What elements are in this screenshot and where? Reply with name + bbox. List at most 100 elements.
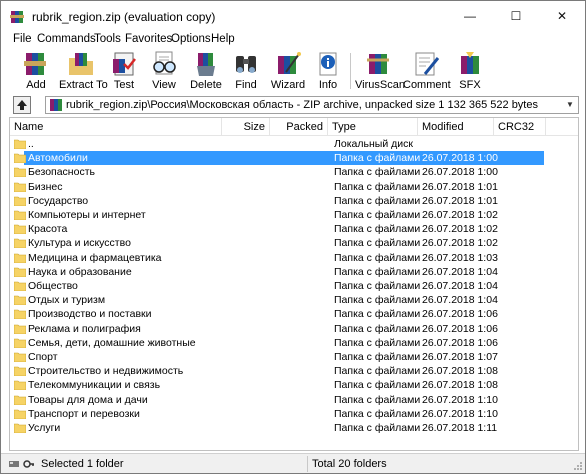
virusscan-button[interactable]: VirusScan bbox=[355, 49, 405, 93]
table-row[interactable]: Безопасность Папка с файлами 26.07.2018 1:… bbox=[10, 165, 578, 179]
find-button[interactable]: Find bbox=[229, 49, 263, 93]
cell-name: Общество bbox=[28, 280, 78, 292]
cell-modified: 26.07.2018 1:00 bbox=[422, 152, 498, 165]
table-row[interactable]: Общество Папка с файлами 26.07.2018 1:04 bbox=[10, 279, 578, 293]
cell-type: Папка с файлами bbox=[334, 180, 421, 193]
folder-icon bbox=[14, 381, 26, 391]
table-row[interactable]: Производство и поставки Папка с файлами 26… bbox=[10, 307, 578, 321]
column-name[interactable]: Name bbox=[10, 118, 222, 136]
archive-books-icon bbox=[24, 53, 46, 75]
table-row[interactable]: Культура и искусство Папка с файлами 26.07… bbox=[10, 236, 578, 250]
test-button[interactable]: Test bbox=[107, 49, 141, 93]
cell-modified: 26.07.2018 1:06 bbox=[422, 322, 498, 335]
table-row[interactable]: Отдых и туризм Папка с файлами 26.07.2018 … bbox=[10, 293, 578, 307]
cell-modified: 26.07.2018 1:08 bbox=[422, 379, 498, 392]
menu-file[interactable]: File bbox=[13, 33, 32, 45]
column-modified[interactable]: Modified bbox=[418, 118, 494, 136]
minimize-button[interactable]: — bbox=[447, 1, 493, 31]
arrow-up-icon bbox=[17, 100, 27, 110]
cell-modified: 26.07.2018 1:04 bbox=[422, 265, 498, 278]
cell-type: Папка с файлами bbox=[334, 351, 421, 363]
folder-icon bbox=[14, 153, 26, 164]
table-row[interactable]: Товары для дома и дачи Папка с файлами 26.… bbox=[10, 393, 578, 407]
table-row[interactable]: Автомобили Папка с файлами 26.07.2018 1:00 bbox=[10, 151, 578, 166]
title-bar[interactable]: rubrik_region.zip (evaluation copy) — ☐ … bbox=[1, 1, 585, 31]
folder-icon bbox=[14, 239, 26, 249]
cell-type: Папка с файлами bbox=[334, 308, 421, 321]
cell-modified: 26.07.2018 1:01 bbox=[422, 180, 498, 193]
cell-name: Спорт bbox=[28, 351, 58, 363]
key-icon[interactable] bbox=[23, 458, 35, 470]
cell-type: Папка с файлами bbox=[334, 237, 421, 250]
menu-commands[interactable]: Commands bbox=[37, 33, 96, 45]
path-combobox[interactable]: rubrik_region.zip\Россия\Московская обла… bbox=[45, 96, 579, 114]
table-row[interactable]: Наука и образование Папка с файлами 26.07.… bbox=[10, 265, 578, 279]
menu-favorites[interactable]: Favorites bbox=[125, 33, 172, 45]
window-title: rubrik_region.zip (evaluation copy) bbox=[32, 10, 216, 24]
status-selection: Selected 1 folder bbox=[41, 458, 124, 470]
address-bar: rubrik_region.zip\Россия\Московская обла… bbox=[1, 95, 585, 115]
table-row[interactable]: Телекоммуникации и связь Папка с файлами 2… bbox=[10, 378, 578, 392]
parent-folder-row[interactable]: .. Локальный диск bbox=[10, 137, 578, 151]
column-size[interactable]: Size bbox=[222, 118, 270, 136]
table-row[interactable]: Красота Папка с файлами 26.07.2018 1:02 bbox=[10, 222, 578, 236]
sfx-button[interactable]: SFX bbox=[455, 49, 485, 93]
cell-type: Папка с файлами bbox=[334, 152, 421, 165]
table-row[interactable]: Компьютеры и интернет Папка с файлами 26.0… bbox=[10, 208, 578, 222]
cell-name: Наука и образование bbox=[28, 265, 132, 278]
zip-archive-icon bbox=[50, 99, 62, 111]
menu-bar: File Commands Tools Favorites Options He… bbox=[1, 31, 585, 49]
glasses-icon bbox=[153, 51, 176, 75]
maximize-button[interactable]: ☐ bbox=[493, 1, 539, 31]
chevron-down-icon[interactable]: ▼ bbox=[563, 97, 577, 113]
menu-help[interactable]: Help bbox=[211, 33, 235, 45]
cell-type: Папка с файлами bbox=[334, 407, 421, 420]
cell-type: Папка с файлами bbox=[334, 322, 421, 335]
column-packed[interactable]: Packed bbox=[270, 118, 328, 136]
cell-name: Бизнес bbox=[28, 180, 63, 193]
cell-type: Локальный диск bbox=[334, 138, 413, 150]
menu-options[interactable]: Options bbox=[171, 33, 211, 45]
table-row[interactable]: Спорт Папка с файлами 26.07.2018 1:07 bbox=[10, 350, 578, 364]
virus-scan-icon bbox=[367, 54, 389, 74]
file-list[interactable]: Name Size Packed Type Modified CRC32 .. Л… bbox=[9, 117, 579, 451]
wizard-button[interactable]: Wizard bbox=[269, 49, 307, 93]
toolbar: Add Extract To Test View Delete Find Wiz… bbox=[1, 49, 585, 93]
cell-type: Папка с файлами bbox=[334, 393, 421, 406]
up-one-level-button[interactable] bbox=[13, 96, 31, 114]
column-crc32[interactable]: CRC32 bbox=[494, 118, 546, 136]
folder-icon bbox=[14, 395, 26, 405]
binoculars-icon bbox=[236, 56, 256, 73]
cell-type: Папка с файлами bbox=[334, 336, 421, 349]
table-row[interactable]: Транспорт и перевозки Папка с файлами 26.0… bbox=[10, 407, 578, 421]
add-button[interactable]: Add bbox=[17, 49, 55, 93]
menu-tools[interactable]: Tools bbox=[94, 33, 121, 45]
table-row[interactable]: Строительство и недвижимость Папка с файл… bbox=[10, 364, 578, 378]
extract-to-button[interactable]: Extract To bbox=[59, 49, 108, 93]
archive-path: rubrik_region.zip\Россия\Московская обла… bbox=[66, 99, 538, 111]
close-button[interactable]: ✕ bbox=[539, 1, 585, 31]
comment-button[interactable]: Comment bbox=[403, 49, 451, 93]
cell-name: Строительство и недвижимость bbox=[28, 365, 184, 378]
table-row[interactable]: Семья, дети, домашние животные Папка с фа… bbox=[10, 336, 578, 350]
table-row[interactable]: Реклама и полиграфия Папка с файлами 26.07… bbox=[10, 322, 578, 336]
info-button[interactable]: Info bbox=[313, 49, 343, 93]
column-type[interactable]: Type bbox=[328, 118, 418, 136]
cell-name: Транспорт и перевозки bbox=[28, 407, 140, 420]
table-row[interactable]: Бизнес Папка с файлами 26.07.2018 1:01 bbox=[10, 180, 578, 194]
cell-modified: 26.07.2018 1:04 bbox=[422, 294, 498, 307]
resize-grip-icon[interactable] bbox=[573, 461, 583, 471]
delete-button[interactable]: Delete bbox=[189, 49, 223, 93]
cell-modified: 26.07.2018 1:06 bbox=[422, 336, 498, 349]
view-button[interactable]: View bbox=[147, 49, 181, 93]
cell-name: Телекоммуникации и связь bbox=[28, 379, 161, 392]
table-row[interactable]: Государство Папка с файлами 26.07.2018 1:0… bbox=[10, 194, 578, 208]
cell-type: Папка с файлами bbox=[334, 194, 421, 207]
wizard-wand-icon bbox=[278, 52, 301, 74]
cell-modified: 26.07.2018 1:10 bbox=[422, 407, 498, 420]
cell-name: Красота bbox=[28, 223, 68, 236]
disk-icon[interactable] bbox=[8, 458, 20, 470]
table-row[interactable]: Услуги Папка с файлами 26.07.2018 1:11 bbox=[10, 421, 578, 435]
folder-icon bbox=[14, 423, 26, 433]
table-row[interactable]: Медицина и фармацевтика Папка с файлами 26… bbox=[10, 251, 578, 265]
